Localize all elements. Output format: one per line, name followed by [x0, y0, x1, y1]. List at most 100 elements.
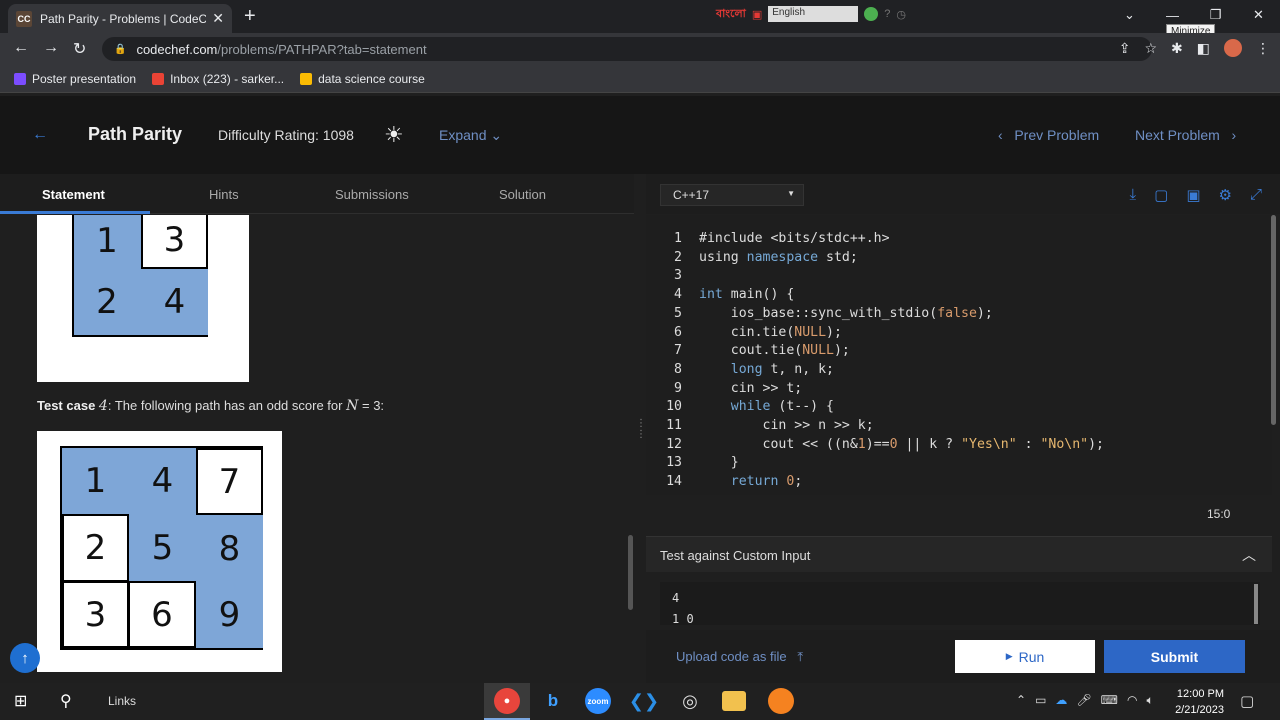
tab-search-icon[interactable]: ⌄ [1108, 0, 1151, 30]
grid-cell: 9 [196, 582, 263, 648]
editor-scrollbar[interactable] [1271, 215, 1276, 425]
line-number: 14 [666, 474, 682, 490]
tab-hints[interactable]: Hints [209, 187, 239, 202]
clock-icon[interactable]: ◷ [896, 8, 906, 21]
input-line: 4 [672, 591, 680, 605]
comment-icon[interactable]: ▢ [1154, 186, 1168, 204]
problem-tabs: Statement Hints Submissions Solution [0, 174, 634, 214]
share-icon[interactable]: ⇪ [1119, 40, 1131, 57]
extensions-puzzle-icon[interactable]: ✱ [1171, 40, 1183, 57]
system-tray: ⌃ ▭ ☁ 🎤︎ ⌨ ◠ 🔈︎ [1016, 693, 1154, 708]
cursor-position: 15:0 [1207, 507, 1231, 521]
extension-icon[interactable] [864, 7, 879, 21]
windows-taskbar: ⊞ ⚲ Links ● b zoom ❮❯ ◎ ⌃ ▭ ☁ 🎤︎ ⌨ ◠ 🔈︎ … [0, 683, 1280, 720]
bing-icon[interactable]: b [540, 688, 566, 714]
upload-label: Upload code as file [676, 649, 787, 664]
bookmark-star-icon[interactable]: ☆ [1144, 40, 1157, 57]
bookmark-label: data science course [318, 71, 425, 86]
reload-icon[interactable]: ↻ [73, 39, 86, 59]
browser-tab[interactable]: CC Path Parity - Problems | CodeChef ✕ [8, 4, 232, 33]
grid-cell: 4 [129, 448, 196, 514]
play-icon: ▶ [1005, 651, 1013, 661]
panel-resize-handle[interactable]: ⋮ ⋮ [636, 418, 646, 446]
links-toolbar[interactable]: Links [108, 694, 136, 708]
battery-icon[interactable]: ▭ [1035, 693, 1046, 708]
code-line: } [699, 455, 739, 471]
search-icon[interactable]: ⚲ [60, 691, 72, 711]
math-value: = 3: [361, 398, 385, 413]
file-explorer-icon[interactable] [722, 691, 746, 711]
close-window-icon[interactable]: ✕ [1237, 0, 1280, 30]
next-problem-button[interactable]: Next Problem › [1135, 127, 1236, 143]
theme-toggle-sun-icon[interactable]: ☀ [384, 122, 404, 148]
bookmark-inbox[interactable]: Inbox (223) - sarker... [152, 72, 284, 86]
expand-label: Expand [439, 127, 487, 143]
slides-icon [14, 72, 26, 85]
volume-icon[interactable]: 🔈︎ [1146, 693, 1153, 708]
tab-solution[interactable]: Solution [499, 187, 546, 202]
github-icon[interactable]: ◎ [677, 688, 703, 714]
grid-cell: 5 [129, 514, 196, 581]
side-panel-icon[interactable]: ◧ [1197, 40, 1210, 57]
tab-submissions[interactable]: Submissions [335, 187, 409, 202]
bookmark-data-science[interactable]: data science course [300, 72, 425, 86]
lock-icon: 🔒 [114, 43, 127, 55]
statement-panel: 1 3 2 4 Test case 4: The following path … [0, 215, 634, 683]
tab-title: Path Parity - Problems | CodeChef [40, 11, 207, 26]
line-number: 8 [674, 361, 682, 377]
prev-problem-button[interactable]: ‹ Prev Problem [998, 127, 1099, 143]
input-scrollbar[interactable] [1254, 584, 1258, 624]
vscode-icon[interactable]: ❮❯ [629, 688, 659, 714]
forward-arrow-icon[interactable]: → [43, 39, 59, 57]
menu-kebab-icon[interactable]: ⋮ [1256, 40, 1270, 57]
code-line: cin.tie(NULL); [699, 324, 842, 340]
download-icon[interactable]: ⤓ [1130, 186, 1137, 204]
grid-cell: 2 [62, 514, 129, 582]
settings-gear-icon[interactable]: ⚙ [1219, 186, 1232, 204]
zoom-icon[interactable]: zoom [585, 688, 611, 714]
back-arrow-icon[interactable]: ← [13, 39, 29, 57]
gmail-icon [152, 72, 165, 85]
grid-cell: 8 [196, 515, 263, 582]
help-icon[interactable]: ? [884, 8, 890, 20]
chevron-up-icon: ︿ [1242, 547, 1256, 563]
custom-input-title: Test against Custom Input [660, 548, 811, 563]
submit-button[interactable]: Submit [1104, 640, 1245, 673]
statement-scrollbar[interactable] [628, 535, 633, 610]
onedrive-cloud-icon[interactable]: ☁ [1055, 693, 1067, 708]
custom-input-toggle[interactable]: Test against Custom Input ︿ [646, 536, 1272, 572]
wifi-icon[interactable]: ◠ [1127, 693, 1137, 708]
microphone-icon[interactable]: 🎤︎ [1076, 693, 1091, 708]
grid-cell: 3 [62, 581, 129, 648]
scroll-to-top-button[interactable]: ↑ [10, 643, 40, 673]
language-select[interactable]: English [768, 6, 859, 22]
caption-text: : The following path has an odd score fo… [107, 398, 343, 413]
bookmarks-bar: Poster presentation Inbox (223) - sarker… [0, 65, 1280, 93]
taskbar-clock[interactable]: 12:00 PM 2/21/2023 [1172, 686, 1224, 718]
profile-avatar[interactable] [1224, 39, 1242, 57]
chrome-icon[interactable]: ● [494, 688, 520, 714]
new-tab-icon[interactable]: + [244, 5, 256, 28]
code-editor[interactable]: 1 #include <bits/stdc++.h> 2 using namespa… [646, 215, 1272, 495]
tab-statement[interactable]: Statement [42, 187, 105, 202]
keyboard-icon[interactable]: ⌨ [1101, 693, 1118, 708]
url-field[interactable]: 🔒 codechef.com/problems/PATHPAR?tab=stat… [102, 37, 1152, 61]
windows-start-icon[interactable]: ⊞ [14, 691, 27, 711]
firefox-icon[interactable] [768, 688, 794, 714]
bangla-extension-label[interactable]: বাংলো [716, 5, 746, 24]
upload-file-button[interactable]: Upload code as file ⤒ [676, 649, 803, 665]
fullscreen-icon[interactable]: ⤢ [1250, 186, 1262, 204]
bookmark-label: Inbox (223) - sarker... [170, 71, 285, 86]
back-arrow-icon[interactable]: ← [32, 126, 48, 144]
grid-cell: 4 [141, 269, 208, 335]
custom-input-field[interactable]: 4 1 0 [660, 582, 1260, 625]
expand-button[interactable]: Expand ⌄ [439, 127, 502, 144]
save-icon[interactable]: ▣ [1186, 186, 1200, 204]
language-select[interactable]: C++17 ▼ [660, 184, 804, 206]
notification-icon[interactable]: ▢ [1240, 692, 1254, 710]
chevron-up-icon[interactable]: ⌃ [1016, 693, 1026, 708]
pdf-icon[interactable]: ▣ [752, 8, 762, 21]
bookmark-poster[interactable]: Poster presentation [14, 72, 136, 86]
run-button[interactable]: ▶ Run [955, 640, 1095, 673]
close-tab-icon[interactable]: ✕ [212, 10, 224, 27]
